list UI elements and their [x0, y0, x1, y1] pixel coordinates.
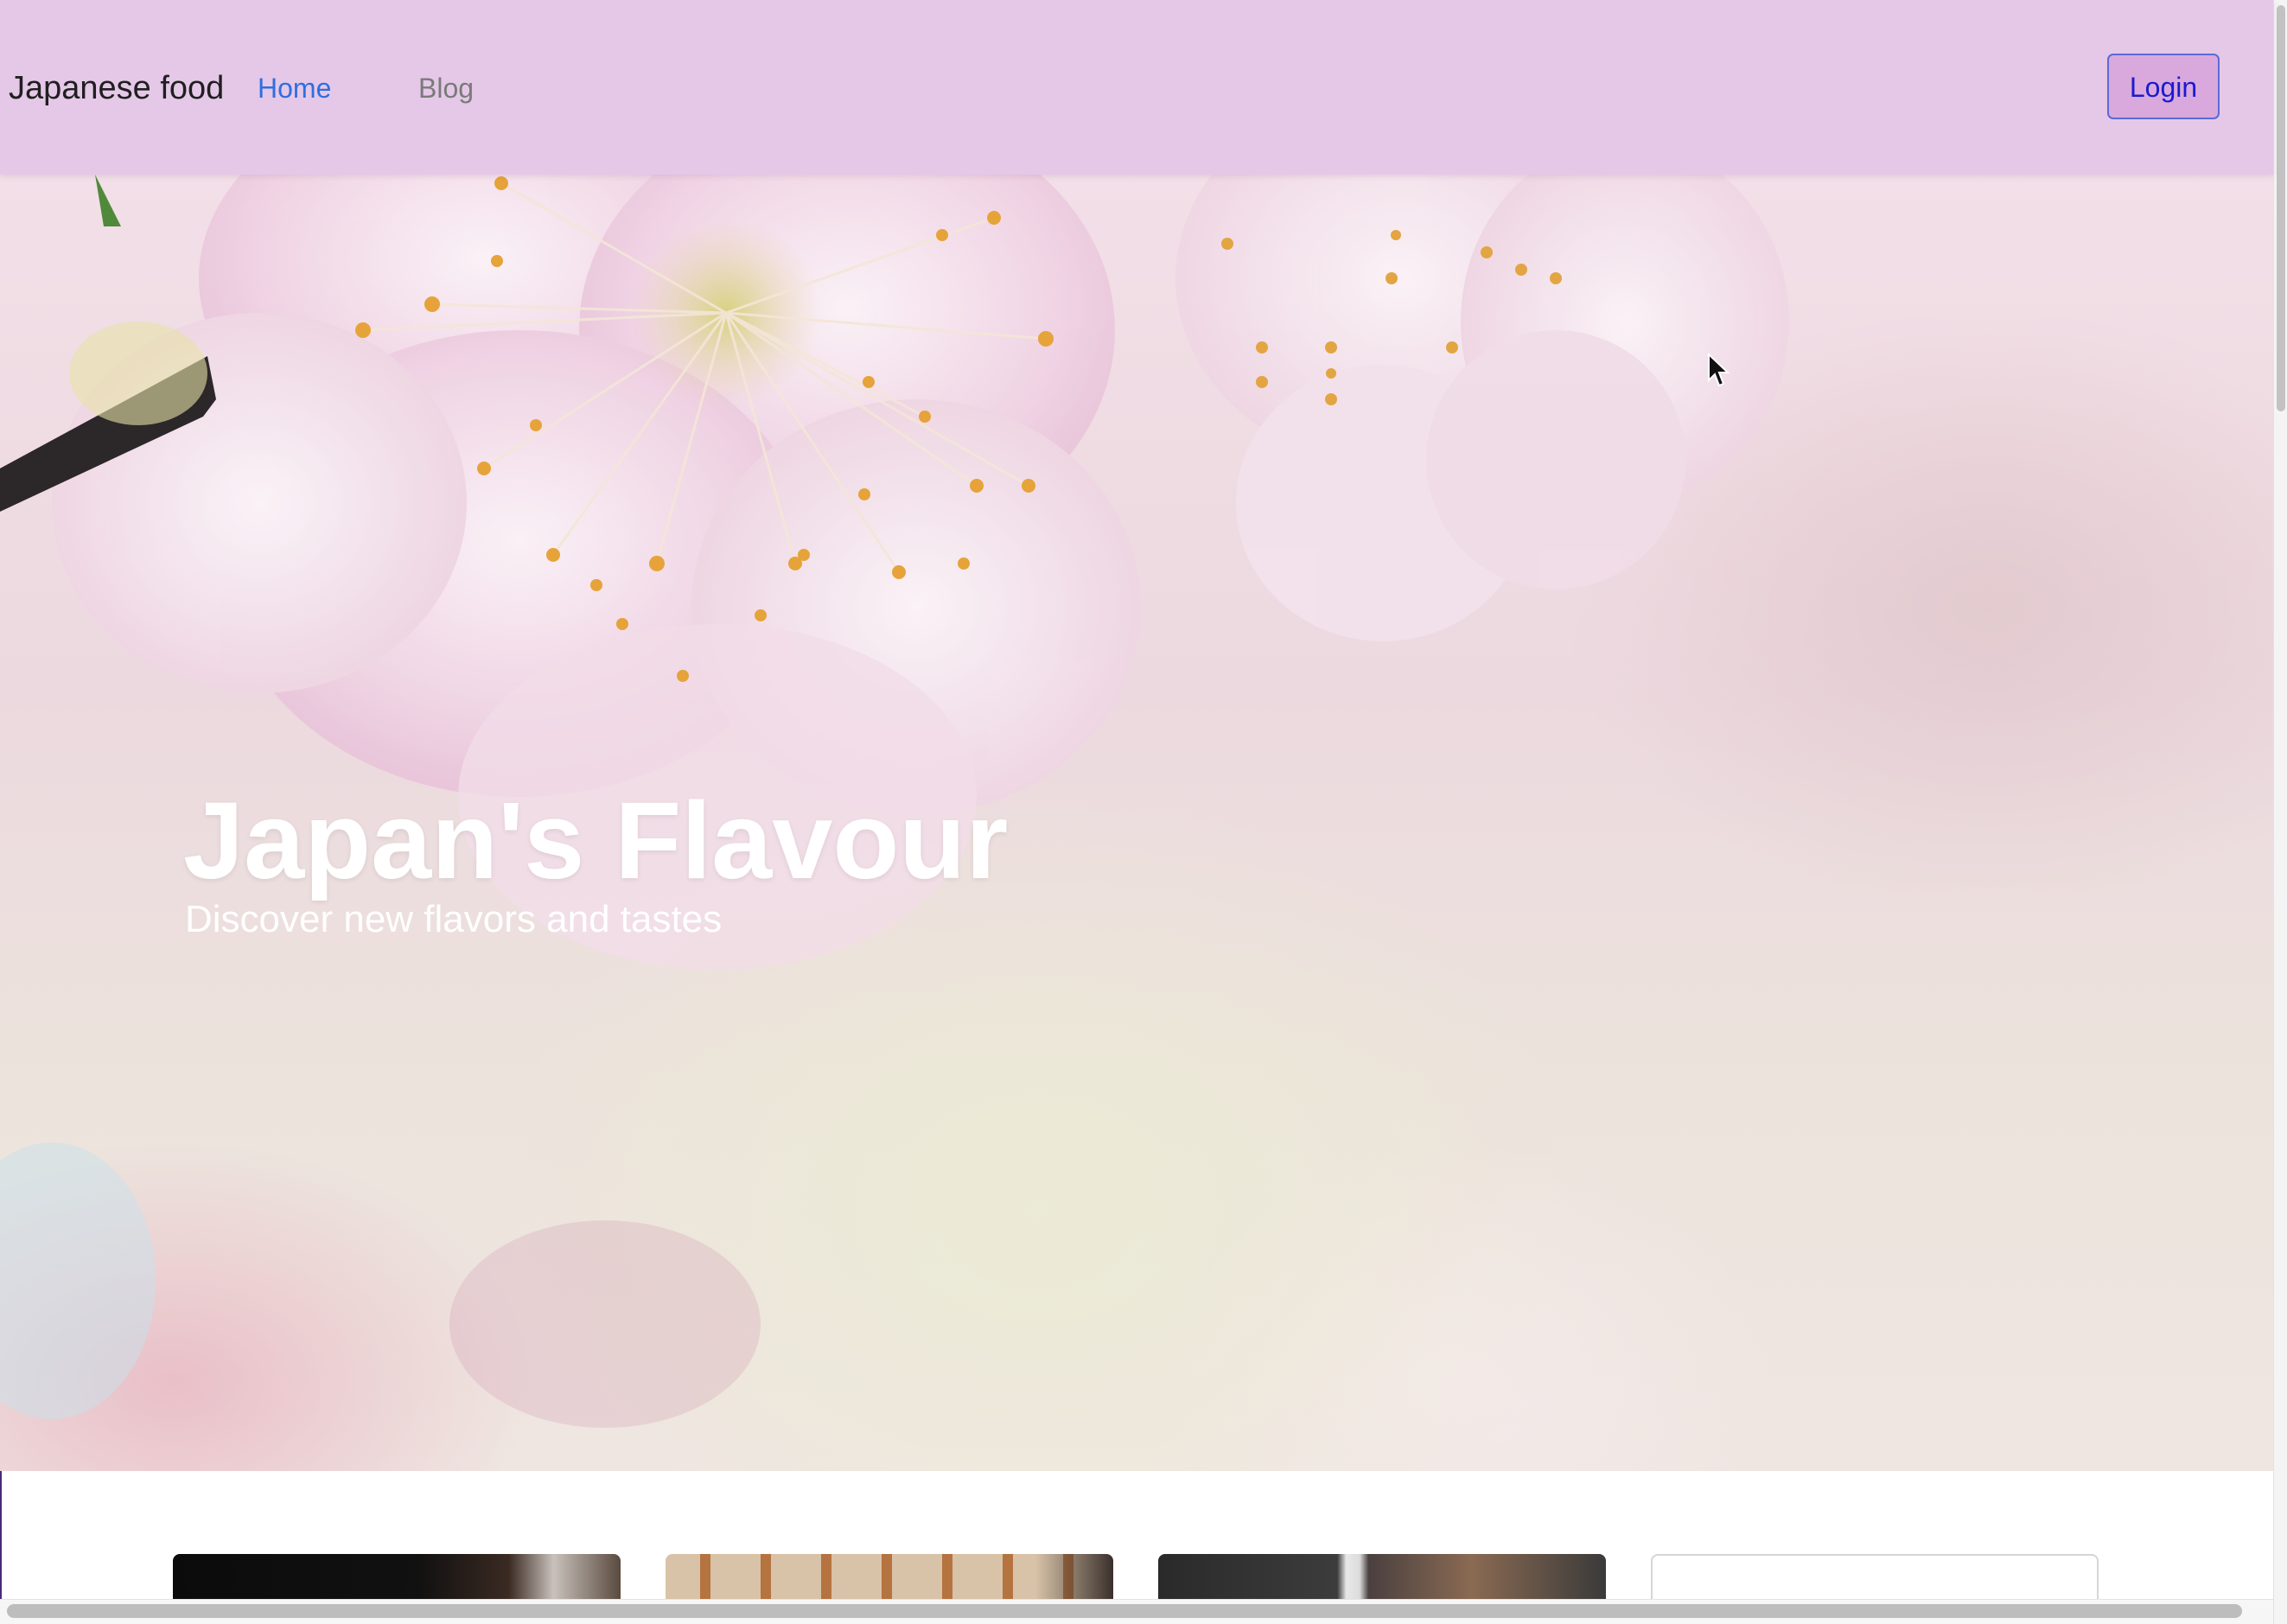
- brand-logo[interactable]: Japanese food: [9, 64, 224, 112]
- login-button[interactable]: Login: [2107, 54, 2220, 119]
- vertical-scrollbar-thumb[interactable]: [2277, 5, 2285, 411]
- horizontal-scrollbar-thumb[interactable]: [7, 1604, 2242, 1618]
- card-image-4[interactable]: [1651, 1554, 2099, 1606]
- hero-banner: Japan's Flavour Discover new flavors and…: [0, 175, 2273, 1471]
- page: Japanese food Home Blog Login Japan's Fl…: [0, 0, 2287, 1624]
- nav-link-blog[interactable]: Blog: [418, 64, 474, 112]
- hero-subtitle: Discover new flavors and tastes: [185, 898, 723, 940]
- card-image-2[interactable]: [666, 1554, 1113, 1606]
- mouse-pointer-icon: [1708, 353, 1730, 387]
- card-image-1[interactable]: [173, 1554, 621, 1606]
- nav-link-home[interactable]: Home: [258, 64, 331, 112]
- navbar: Japanese food Home Blog Login: [0, 0, 2273, 175]
- hero-title: Japan's Flavour: [183, 780, 1009, 902]
- card-image-3[interactable]: [1158, 1554, 1606, 1606]
